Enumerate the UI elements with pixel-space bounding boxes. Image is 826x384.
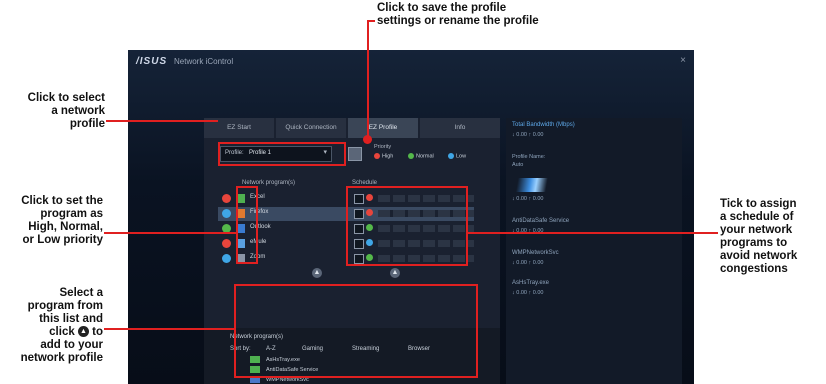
leader-line bbox=[106, 120, 218, 122]
save-profile-icon[interactable] bbox=[348, 147, 362, 161]
priority-dot-icon[interactable] bbox=[222, 254, 231, 263]
leader-line bbox=[367, 20, 369, 138]
profile-name-label: Profile Name: bbox=[512, 154, 546, 160]
leader-line bbox=[104, 232, 236, 234]
side-item: AntiDataSafe Service bbox=[512, 218, 570, 224]
add-up-arrow-icon[interactable]: ▲ bbox=[312, 268, 322, 278]
asus-logo: /ISUS bbox=[136, 56, 168, 67]
annotation-select-program: Select a program from this list and clic… bbox=[0, 287, 103, 365]
priority-normal[interactable]: Normal bbox=[408, 153, 434, 159]
priority-low-label: Low bbox=[456, 153, 467, 160]
item-bandwidth: ↓ 0.00 ↑ 0.00 bbox=[512, 260, 544, 266]
priority-dot-icon[interactable] bbox=[222, 194, 231, 203]
title-bar: /ISUS Network iControl × bbox=[128, 50, 694, 72]
priority-low[interactable]: Low bbox=[448, 153, 466, 159]
item-bandwidth: ↓ 0.00 ↑ 0.00 bbox=[512, 196, 544, 202]
highlight-profile-select bbox=[218, 142, 346, 166]
leader-line bbox=[104, 328, 234, 330]
highlight-priority bbox=[236, 186, 258, 264]
priority-dot-icon[interactable] bbox=[222, 239, 231, 248]
bandwidth-value: ↓ 0.00 ↑ 0.00 bbox=[512, 132, 544, 138]
side-item: WMPNetworkSvc bbox=[512, 250, 559, 256]
app-title: Network iControl bbox=[174, 57, 234, 66]
leader-line bbox=[466, 232, 718, 234]
tab-quick-connection[interactable]: Quick Connection bbox=[276, 118, 346, 138]
annotation-select-profile: Click to select a network profile bbox=[27, 92, 105, 130]
side-item: AsHsTray.exe bbox=[512, 280, 550, 286]
priority-high[interactable]: High bbox=[374, 153, 393, 159]
priority-normal-label: Normal bbox=[416, 153, 434, 160]
priority-label: Priority bbox=[374, 144, 392, 150]
annotation-save-profile: Click to save the profile settings or re… bbox=[377, 2, 539, 27]
add-up-arrow-icon[interactable]: ▲ bbox=[390, 268, 400, 278]
priority-dot-icon[interactable] bbox=[222, 209, 231, 218]
tab-info[interactable]: Info bbox=[420, 118, 500, 138]
up-arrow-icon: ▲ bbox=[77, 326, 89, 338]
bandwidth-graph bbox=[514, 178, 554, 192]
tab-ez-profile[interactable]: EZ Profile bbox=[348, 118, 418, 138]
high-dot-icon bbox=[374, 153, 380, 159]
normal-dot-icon bbox=[408, 153, 414, 159]
highlight-schedule bbox=[346, 186, 468, 266]
bandwidth-side-panel: Total Bandwidth (Mbps) ↓ 0.00 ↑ 0.00 Pro… bbox=[506, 118, 682, 384]
priority-high-label: High bbox=[382, 153, 394, 160]
total-bandwidth-title: Total Bandwidth (Mbps) bbox=[512, 122, 575, 128]
low-dot-icon bbox=[448, 153, 454, 159]
leader-dot bbox=[363, 135, 372, 144]
annotation-tick-schedule: Tick to assign a schedule of your networ… bbox=[720, 198, 798, 275]
profile-name-value: Auto bbox=[512, 162, 524, 168]
highlight-program-list bbox=[234, 284, 478, 378]
close-icon[interactable]: × bbox=[680, 55, 686, 66]
annotation-set-priority: Click to set the program as High, Normal… bbox=[21, 195, 103, 246]
item-bandwidth: ↓ 0.00 ↑ 0.00 bbox=[512, 290, 544, 296]
